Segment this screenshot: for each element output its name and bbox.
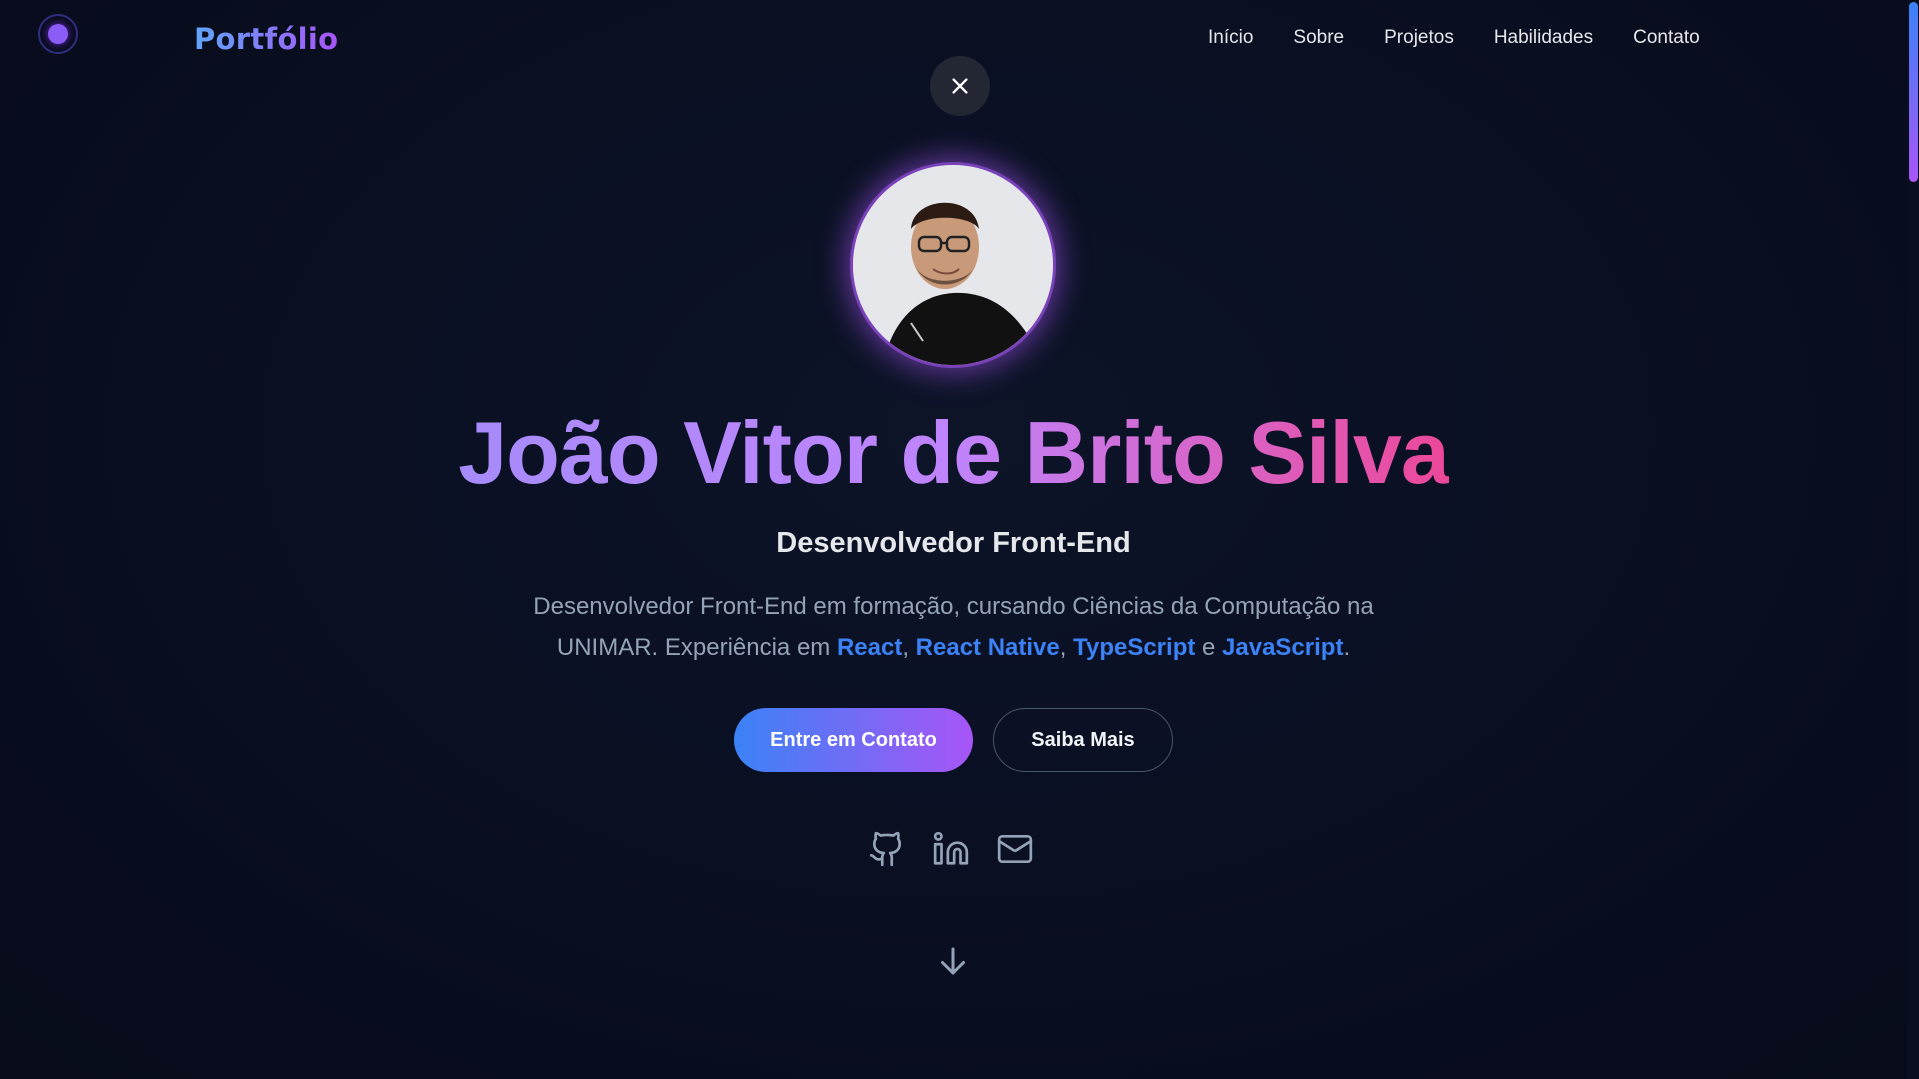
learn-more-button[interactable]: Saiba Mais [993,708,1173,772]
mail-icon [997,834,1033,864]
nav-item-projetos[interactable]: Projetos [1384,27,1454,49]
skill-typescript: TypeScript [1073,634,1196,661]
hero-name: João Vitor de Brito Silva [0,402,1907,504]
avatar-photo [853,165,1053,365]
page: Portfólio Início Sobre Projetos Habilida… [0,0,1919,1079]
social-links [868,830,1034,868]
close-button[interactable] [930,56,990,116]
linkedin-icon [933,831,969,865]
hero-description: Desenvolvedor Front-End em formação, cur… [500,586,1407,668]
description-sep: , [1059,634,1074,661]
nav-item-inicio[interactable]: Início [1208,27,1253,49]
skill-react-native: React Native [915,634,1060,661]
description-line-2-prefix: UNIMAR. Experiência em [556,634,837,661]
skill-javascript: JavaScript [1222,634,1344,661]
description-sep: , [902,634,916,661]
nav-item-sobre[interactable]: Sobre [1293,27,1344,49]
skill-react: React [836,634,903,661]
nav-item-habilidades[interactable]: Habilidades [1494,27,1593,49]
main-nav: Início Sobre Projetos Habilidades Contat… [1208,27,1700,49]
hero-role: Desenvolvedor Front-End [776,527,1131,559]
close-icon [952,78,968,94]
description-sep: e [1195,634,1223,661]
arrow-down-icon[interactable] [935,943,971,979]
email-link[interactable] [996,830,1034,868]
github-icon [869,831,902,867]
description-line-1: Desenvolvedor Front-End em formação, cur… [533,593,1374,620]
nav-item-contato[interactable]: Contato [1633,27,1700,49]
linkedin-link[interactable] [932,830,970,868]
cursor-dot [48,24,68,44]
github-link[interactable] [868,830,906,868]
cursor-follower [38,14,78,54]
scrollbar[interactable] [1907,0,1919,1079]
description-end: . [1343,634,1351,661]
brand-logo[interactable]: Portfólio [194,22,338,56]
scrollbar-thumb[interactable] [1909,2,1918,182]
hero-name-text: João Vitor de Brito Silva [458,403,1450,502]
contact-button[interactable]: Entre em Contato [734,708,973,772]
avatar [853,165,1053,365]
